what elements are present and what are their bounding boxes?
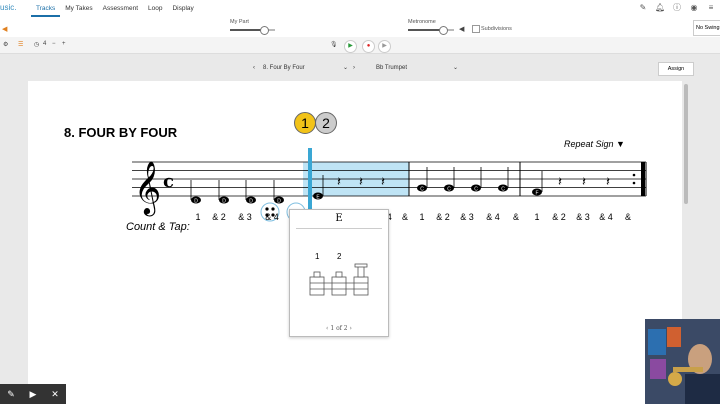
count-label: & 4 (486, 212, 500, 222)
quarter-rest: 𝄽 (359, 175, 363, 190)
count-label: & 3 (460, 212, 474, 222)
pencil-icon[interactable]: ✎ (0, 384, 22, 404)
note-letter: F (535, 191, 538, 197)
note-letter: D (249, 199, 253, 205)
note-letter: C (447, 187, 451, 193)
webcam-video-scene (645, 319, 720, 404)
popup-pager-text: 1 of 2 (330, 325, 348, 332)
count-label: & (402, 212, 408, 222)
count-label: 1 (534, 212, 539, 222)
note-letter: D (222, 199, 226, 205)
music-staff: 𝄞 c D D D D E 𝄽 𝄽 𝄽 C C C C F 𝄽 𝄽 𝄽 ◢ 1&… (132, 148, 647, 222)
quarter-rest: 𝄽 (606, 175, 610, 190)
bottom-toolbar: ✎ ▶︎ ✕ (0, 384, 66, 404)
trumpet-valves-diagram (309, 263, 369, 296)
note-letter: C (501, 187, 505, 193)
popup-next-icon[interactable]: › (348, 325, 352, 332)
count-label: & (625, 212, 631, 222)
final-repeat-bar (641, 162, 645, 196)
playback-cursor[interactable] (308, 148, 312, 210)
note-3[interactable]: D (245, 180, 256, 205)
popup-fingering-label-1: 1 (315, 252, 320, 261)
popup-pager[interactable]: ‹ 1 of 2 › (290, 325, 388, 332)
count-label: & 3 (238, 212, 252, 222)
fingering-dot (265, 207, 269, 211)
count-label: & (513, 212, 519, 222)
popup-divider (296, 228, 382, 229)
repeat-dot-bottom (632, 181, 636, 185)
count-label: 1 (195, 212, 200, 222)
treble-clef: 𝄞 (134, 160, 161, 216)
note-letter: D (194, 199, 198, 205)
count-label: & 4 (265, 212, 279, 222)
count-label: & 3 (576, 212, 590, 222)
quarter-rest: 𝄽 (558, 175, 562, 190)
quarter-rest: 𝄽 (582, 175, 586, 190)
count-label: & 4 (599, 212, 613, 222)
count-label: & 2 (212, 212, 226, 222)
repeat-dot-top (632, 173, 636, 177)
note-letter: C (420, 187, 424, 193)
count-label: 1 (419, 212, 424, 222)
webcam-video[interactable] (645, 319, 720, 404)
fingering-dot (271, 207, 275, 211)
count-label: & 2 (436, 212, 450, 222)
video-camera-icon[interactable]: ▶︎ (22, 384, 44, 404)
note-letter: C (474, 187, 478, 193)
count-label: & 2 (552, 212, 566, 222)
fingering-popup[interactable]: E 1 2 ‹ 1 of 2 › (289, 209, 389, 337)
note-4[interactable]: D (273, 180, 284, 205)
quarter-rest: 𝄽 (337, 175, 341, 190)
time-signature: c (163, 171, 174, 192)
close-icon[interactable]: ✕ (44, 384, 66, 404)
count-and-tap-label: Count & Tap: (126, 221, 190, 233)
quarter-rest: 𝄽 (381, 175, 385, 190)
note-1[interactable]: D (190, 180, 201, 205)
popup-note-name: E (335, 213, 343, 224)
note-2[interactable]: D (218, 180, 229, 205)
popup-fingering-label-2: 2 (337, 252, 342, 261)
note-letter: D (277, 199, 281, 205)
note-10[interactable]: F (532, 171, 543, 197)
